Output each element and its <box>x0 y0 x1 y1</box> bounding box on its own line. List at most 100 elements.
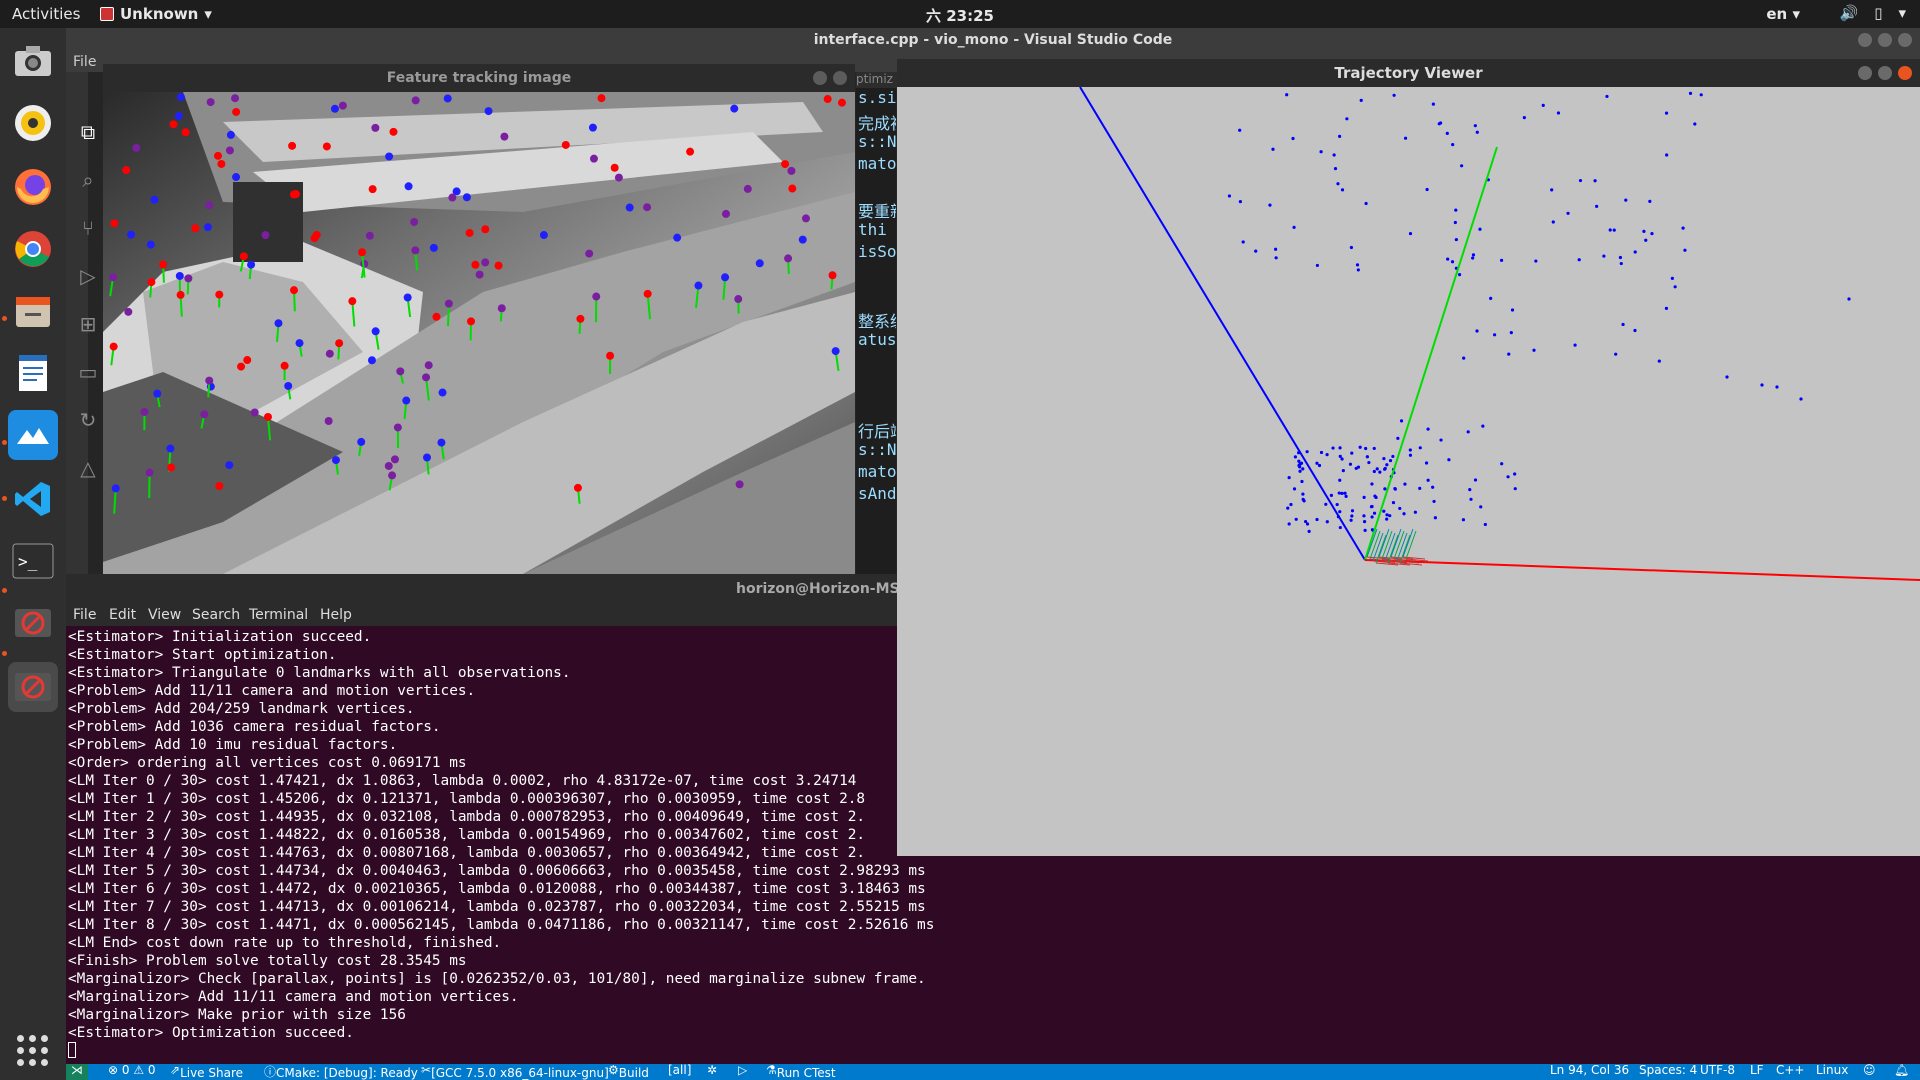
landmark-point <box>1664 306 1669 311</box>
landmark-point <box>1510 308 1515 312</box>
app-menu[interactable]: Unknown ▾ <box>100 5 212 23</box>
feature-point <box>159 260 168 269</box>
trajectory-title-bar[interactable]: Trajectory Viewer <box>897 59 1920 87</box>
minimize-icon[interactable] <box>1858 66 1872 80</box>
landmark-point <box>1362 514 1366 518</box>
live-share-icon[interactable]: ↻ <box>76 408 100 432</box>
landmark-point <box>1294 517 1298 521</box>
language-indicator[interactable]: en ▾ <box>1766 5 1800 23</box>
feature-point <box>191 224 200 233</box>
live-share-label: Live Share <box>180 1066 244 1080</box>
close-icon[interactable] <box>833 71 847 85</box>
editor-line: atus <box>858 330 896 349</box>
terminal-menu-edit[interactable]: Edit <box>109 607 136 623</box>
landmark-point <box>1286 506 1290 510</box>
files-icon[interactable] <box>8 286 58 336</box>
debug-bug-icon[interactable]: ✲ <box>707 1063 717 1077</box>
trajectory-3d-view[interactable] <box>897 87 1920 856</box>
terminal-menu-file[interactable]: File <box>73 607 96 623</box>
cmake-icon[interactable]: △ <box>76 456 100 480</box>
feature-point <box>787 166 796 175</box>
debug-icon[interactable]: ▷ <box>76 264 100 288</box>
feature-point <box>429 243 438 252</box>
landmark-point <box>1362 520 1367 524</box>
notifications-bell-icon[interactable]: 🔔︎ <box>1894 1063 1909 1077</box>
explorer-icon[interactable]: ⧉ <box>76 120 100 144</box>
landmark-point <box>1274 256 1278 260</box>
landmark-point <box>1642 229 1646 233</box>
rhythmbox-icon[interactable] <box>8 98 58 148</box>
remote-explorer-icon[interactable]: ▭ <box>76 360 100 384</box>
app-menu-label: Unknown <box>120 5 199 23</box>
landmark-point <box>1473 124 1477 128</box>
search-icon[interactable]: ⌕ <box>76 168 100 192</box>
feature-window-title-bar[interactable]: Feature tracking image <box>103 64 855 92</box>
landmark-point <box>1382 457 1386 461</box>
firefox-icon[interactable] <box>8 162 58 212</box>
landmark-point <box>1408 231 1413 236</box>
extensions-icon[interactable]: ⊞ <box>76 312 100 336</box>
show-apps-icon[interactable] <box>17 1035 48 1066</box>
chrome-icon[interactable] <box>8 224 58 274</box>
cmake-label: CMake: [Debug]: Ready <box>276 1066 418 1080</box>
landmark-point <box>1621 322 1625 327</box>
live-share-status[interactable]: ⇗ Live Share <box>170 1063 243 1080</box>
line-ending[interactable]: LF <box>1750 1063 1764 1077</box>
landmark-point <box>1388 514 1392 518</box>
build-target[interactable]: [all] <box>668 1063 691 1077</box>
build-button[interactable]: ⚙ Build <box>608 1063 649 1080</box>
indentation[interactable]: Spaces: 4 <box>1639 1063 1697 1077</box>
minimize-icon[interactable] <box>813 71 827 85</box>
maximize-icon[interactable] <box>1878 33 1892 47</box>
activities-button[interactable]: Activities <box>12 5 80 23</box>
landmark-point <box>1338 525 1342 530</box>
landmark-point <box>1315 517 1319 522</box>
remote-desktop-icon[interactable] <box>8 410 58 460</box>
power-menu-chevron-icon: ▾ <box>1898 4 1906 22</box>
feature-point <box>385 152 394 161</box>
encoding[interactable]: UTF-8 <box>1700 1063 1735 1077</box>
menu-file[interactable]: File <box>73 54 96 70</box>
close-icon[interactable] <box>1898 66 1912 80</box>
terminal-menu-view[interactable]: View <box>148 607 181 623</box>
clock[interactable]: 六 23:25 <box>926 5 994 26</box>
feature-point <box>606 351 615 360</box>
close-icon[interactable] <box>1898 33 1912 47</box>
feature-point <box>539 231 548 240</box>
feature-point <box>561 140 570 149</box>
editor-line: 要重新 <box>858 202 896 221</box>
cmake-status[interactable]: ⓘ CMake: [Debug]: Ready <box>264 1063 418 1080</box>
kit-status[interactable]: ✂ [GCC 7.5.0 x86_64-linux-gnu] <box>421 1063 609 1080</box>
editor-code-fragment[interactable]: s.si完成初s::Nmato要重新 thiisSo整系统atus行后端s::N… <box>856 88 896 608</box>
landmark-point <box>1532 348 1536 352</box>
camera-app-icon[interactable] <box>8 36 58 86</box>
landmark-point <box>1446 257 1450 261</box>
problems-status[interactable]: ⊗ 0 ⚠ 0 <box>108 1063 156 1077</box>
system-tray[interactable]: 🔊 ▯ ▾ <box>1840 4 1906 22</box>
vscode-icon[interactable] <box>8 474 58 524</box>
run-ctest-button[interactable]: ⚗ Run CTest <box>766 1063 836 1080</box>
feature-point <box>274 319 283 328</box>
no-entry-icon-active[interactable] <box>8 662 58 712</box>
terminal-icon[interactable]: >_ <box>8 536 58 586</box>
landmark-point <box>1619 261 1623 266</box>
landmark-point <box>1333 166 1338 171</box>
language-mode[interactable]: C++ <box>1776 1063 1805 1077</box>
terminal-menu-help[interactable]: Help <box>320 607 352 623</box>
feedback-icon[interactable]: ☺ <box>1863 1063 1876 1077</box>
run-icon[interactable]: ▷ <box>738 1063 747 1077</box>
feature-point <box>597 94 606 103</box>
landmark-point <box>1439 438 1443 442</box>
maximize-icon[interactable] <box>1878 66 1892 80</box>
feature-point <box>206 98 215 107</box>
feature-point <box>592 292 601 301</box>
platform[interactable]: Linux <box>1816 1063 1848 1077</box>
text-editor-icon[interactable] <box>8 348 58 398</box>
feature-point <box>205 201 214 210</box>
source-control-icon[interactable]: ⑂ <box>76 216 100 240</box>
cursor-position[interactable]: Ln 94, Col 36 <box>1550 1063 1629 1077</box>
no-entry-icon[interactable] <box>8 598 58 648</box>
minimize-icon[interactable] <box>1858 33 1872 47</box>
terminal-menu-search[interactable]: Search <box>192 607 240 623</box>
terminal-menu-terminal[interactable]: Terminal <box>249 607 308 623</box>
